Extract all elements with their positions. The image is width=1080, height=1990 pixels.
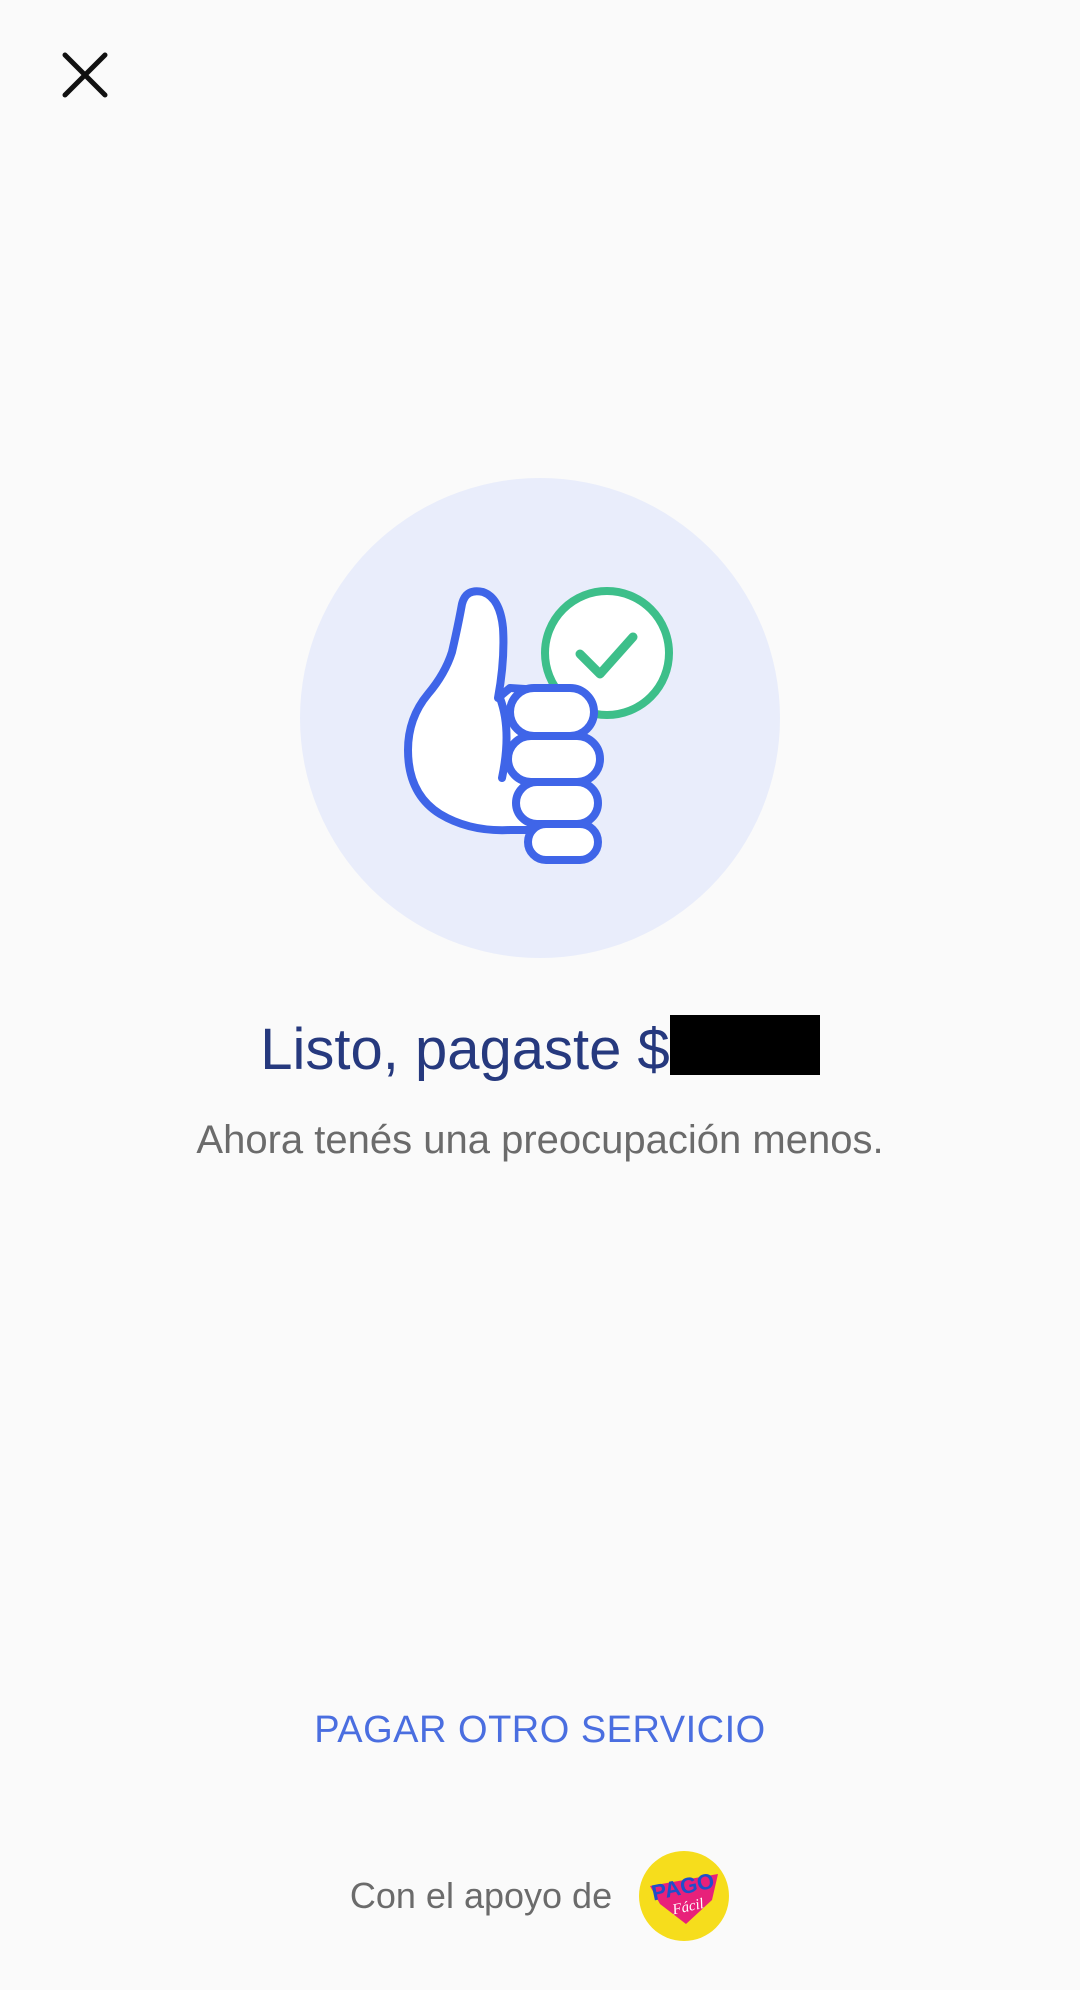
support-footer: Con el apoyo de PAGO Fácil (0, 1850, 1080, 1942)
support-text: Con el apoyo de (349, 1875, 613, 1916)
confirmation-subtitle: Ahora tenés una preocupación menos. (196, 1118, 884, 1162)
thumbs-up-check-icon (404, 587, 673, 864)
close-button[interactable] (52, 42, 118, 108)
confirmation-title: Listo, pagaste $ (0, 1010, 1080, 1090)
close-icon (62, 52, 108, 98)
redacted-amount (669, 1015, 820, 1075)
pago-facil-logo: PAGO Fácil (639, 1851, 730, 1941)
confirmation-title-text: Listo, pagaste $ (260, 1017, 670, 1082)
pay-other-service-button[interactable]: PAGAR OTRO SERVICIO (300, 1690, 780, 1770)
